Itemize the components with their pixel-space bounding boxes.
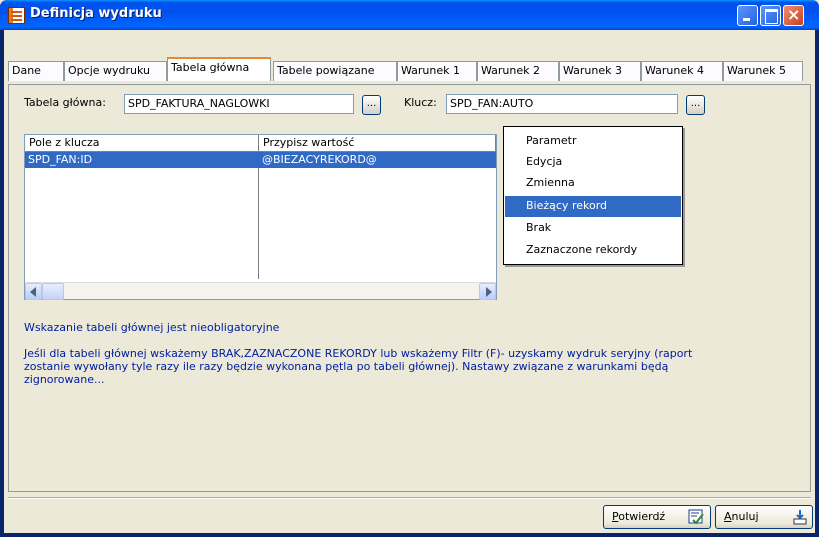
close-button[interactable]: × [783, 5, 804, 26]
scroll-left-button[interactable] [25, 283, 42, 300]
dialog-window: Definicja wydruku × Dane Opcje wydruku T… [0, 0, 819, 537]
dropdown-item-edycja[interactable]: Edycja [505, 152, 681, 173]
title-bar[interactable]: Definicja wydruku × [0, 0, 819, 30]
dropdown-item-zaznaczone-rekordy[interactable]: Zaznaczone rekordy [505, 240, 681, 261]
cancel-icon [793, 510, 807, 525]
cancel-button[interactable]: Anuluj [715, 505, 813, 529]
maximize-button[interactable] [760, 5, 781, 26]
scroll-thumb[interactable] [42, 283, 64, 300]
table-row[interactable]: SPD_FAN:ID @BIEZACYREKORD@ [25, 152, 496, 168]
main-table-label: Tabela główna: [24, 96, 106, 109]
tab-warunek-1[interactable]: Warunek 1 [397, 61, 477, 81]
minimize-button[interactable] [737, 5, 758, 26]
cancel-label: nuluj [731, 510, 759, 523]
tab-warunek-3[interactable]: Warunek 3 [559, 61, 641, 81]
grid-header-assign-value[interactable]: Przypisz wartość [259, 135, 496, 152]
close-icon: × [787, 5, 801, 24]
main-table-field[interactable]: SPD_FAKTURA_NAGLOWKI [124, 94, 354, 114]
dropdown-item-biezacy-rekord[interactable]: Bieżący rekord [505, 196, 681, 217]
value-source-dropdown[interactable]: Parametr Edycja Zmienna Bieżący rekord B… [503, 126, 683, 265]
window-title: Definicja wydruku [30, 6, 162, 21]
tab-dane[interactable]: Dane [8, 61, 64, 81]
info-serial-line-2: zostanie wywołany tyle razy ile razy będ… [24, 360, 669, 373]
info-optional-text: Wskazanie tabeli głównej jest nieobligat… [24, 321, 280, 334]
key-browse-button[interactable]: ... [686, 95, 705, 115]
horizontal-scrollbar[interactable] [25, 282, 496, 300]
tab-opcje-wydruku[interactable]: Opcje wydruku [64, 61, 167, 81]
scroll-right-button[interactable] [479, 283, 496, 300]
dropdown-item-brak[interactable]: Brak [505, 218, 681, 239]
confirm-label: otwierdź [618, 510, 666, 523]
tab-tabele-powiazane[interactable]: Tabele powiązane [273, 61, 397, 81]
confirm-button[interactable]: Potwierdź [603, 505, 711, 529]
confirm-icon [688, 509, 704, 525]
tab-warunek-5[interactable]: Warunek 5 [723, 61, 803, 81]
dropdown-item-zmienna[interactable]: Zmienna [505, 173, 681, 194]
cancel-accel: A [724, 510, 732, 523]
key-label: Klucz: [404, 96, 437, 109]
info-serial-line-1: Jeśli dla tabeli głównej wskażemy BRAK,Z… [24, 347, 693, 360]
grid-header-key-field[interactable]: Pole z klucza [25, 135, 259, 152]
grid-cell-assign-value[interactable]: @BIEZACYREKORD@ [259, 152, 496, 168]
tab-warunek-2[interactable]: Warunek 2 [477, 61, 559, 81]
chevron-right-icon [486, 287, 492, 297]
tab-tabela-glowna[interactable]: Tabela główna [167, 57, 271, 81]
main-table-browse-button[interactable]: ... [362, 95, 381, 115]
dropdown-item-parametr[interactable]: Parametr [505, 131, 681, 152]
chevron-left-icon [30, 287, 36, 297]
tab-warunek-4[interactable]: Warunek 4 [641, 61, 723, 81]
key-mapping-grid[interactable]: Pole z klucza Przypisz wartość SPD_FAN:I… [24, 134, 497, 300]
grid-cell-key-field[interactable]: SPD_FAN:ID [25, 152, 259, 168]
footer-separator [8, 497, 811, 499]
info-serial-line-3: zignorowane... [24, 373, 105, 386]
app-icon [8, 7, 25, 24]
key-field[interactable]: SPD_FAN:AUTO [446, 94, 678, 114]
